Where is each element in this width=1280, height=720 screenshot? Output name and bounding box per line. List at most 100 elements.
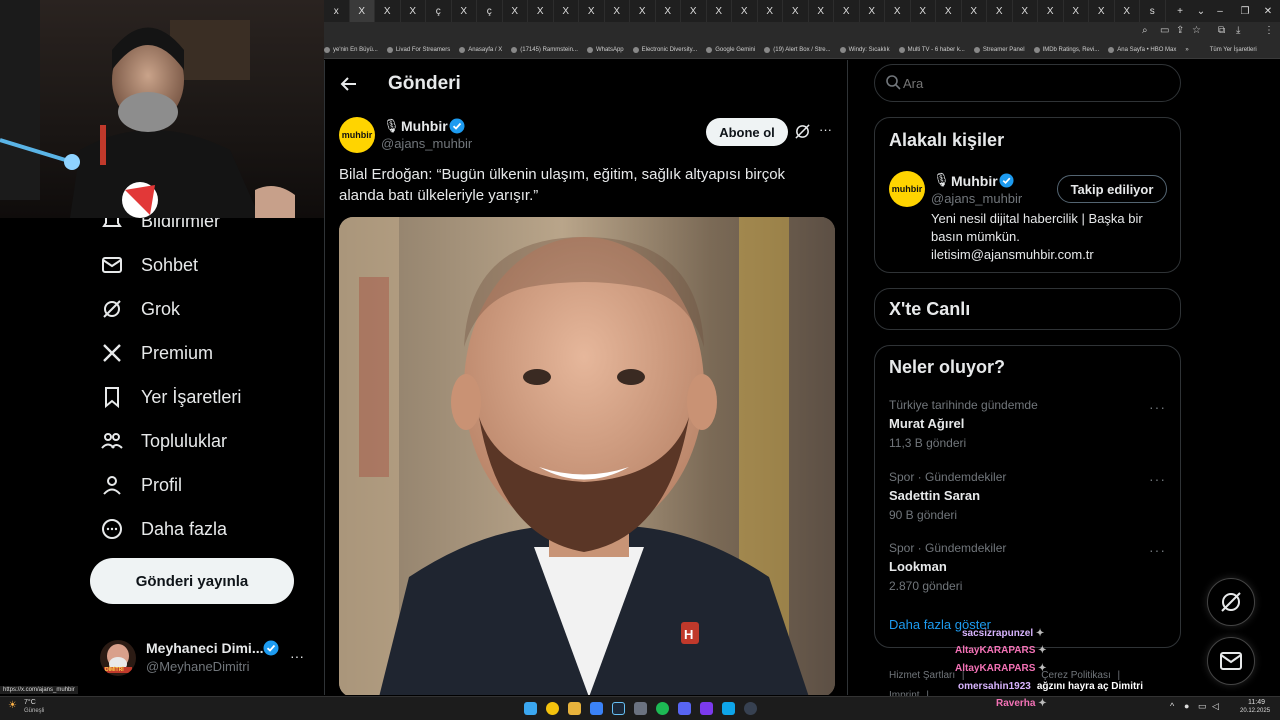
browser-tab[interactable]: X xyxy=(707,0,732,22)
account-switcher[interactable]: DİMİTRİ Meyhaneci Dimi... @MeyhaneDimitr… xyxy=(100,636,315,680)
extensions-icon[interactable]: ⧉ xyxy=(1218,25,1225,36)
back-arrow-icon[interactable] xyxy=(339,74,359,99)
bookmarks-overflow-icon[interactable]: » xyxy=(1185,47,1188,53)
post-author-avatar[interactable]: muhbir xyxy=(339,117,375,153)
bookmark-item[interactable]: IMDb Ratings, Revi... xyxy=(1033,47,1099,53)
zoom-icon[interactable]: ⌕ xyxy=(1142,25,1148,36)
browser-tab[interactable]: X xyxy=(860,0,885,22)
post-more-icon[interactable]: ··· xyxy=(819,122,832,137)
browser-tab[interactable]: X xyxy=(809,0,834,22)
nav-item-daha-fazla[interactable]: Daha fazla xyxy=(100,514,227,544)
footer-link[interactable]: Hizmet Şartları xyxy=(889,670,955,681)
footer-link[interactable]: Çerez Politikası xyxy=(1041,670,1110,681)
bookmark-item[interactable]: Livad For Streamers xyxy=(386,47,450,53)
app-icon[interactable] xyxy=(634,702,647,715)
bookmark-item[interactable]: Electronic Diversity... xyxy=(632,47,697,53)
browser-tab[interactable]: x xyxy=(324,0,350,22)
nav-item-premium[interactable]: Premium xyxy=(100,338,213,368)
browser-tab[interactable]: X xyxy=(987,0,1013,22)
bookmark-item[interactable]: Google Gemini xyxy=(706,47,755,53)
trend-more-icon[interactable]: ··· xyxy=(1149,471,1166,487)
messages-float-button[interactable] xyxy=(1207,637,1255,685)
cast-icon[interactable]: ▭ xyxy=(1160,25,1169,36)
following-button[interactable]: Takip ediliyor xyxy=(1057,175,1167,203)
app-icon[interactable] xyxy=(590,702,603,715)
tray-chevron-icon[interactable]: ^ xyxy=(1170,701,1174,711)
browser-tab[interactable]: X xyxy=(375,0,401,22)
nav-item-profil[interactable]: Profil xyxy=(100,470,182,500)
windows-start-icon[interactable] xyxy=(524,702,537,715)
browser-tab[interactable]: X xyxy=(630,0,656,22)
browser-tab[interactable]: X xyxy=(401,0,426,22)
bookmark-item[interactable]: (19) Alert Box / Stre... xyxy=(764,47,831,53)
browser-tab[interactable]: X xyxy=(656,0,681,22)
bookmark-item[interactable]: (17145) Rammstein... xyxy=(511,47,578,53)
browser-tab[interactable]: X xyxy=(554,0,579,22)
search-input[interactable] xyxy=(903,73,1163,93)
bookmark-item[interactable]: Windy: Sıcaklık xyxy=(839,47,890,53)
bookmark-item[interactable]: Streamer Panel xyxy=(973,47,1025,53)
trend-item[interactable]: Spor · Gündemdekiler Lookman 2.870 gönde… xyxy=(889,541,1169,601)
account-more-icon[interactable]: ··· xyxy=(290,648,304,664)
browser-tab[interactable]: ç xyxy=(426,0,452,22)
nav-item-topluluklar[interactable]: Topluluklar xyxy=(100,426,227,456)
close-icon[interactable]: ✕ xyxy=(1253,0,1280,22)
browser-tab[interactable]: X xyxy=(1064,0,1089,22)
network-icon[interactable]: ▭ xyxy=(1198,701,1207,712)
clock-time[interactable]: 11:49 xyxy=(1248,699,1265,706)
share-icon[interactable]: ⇪ xyxy=(1176,25,1184,36)
nav-item-yer-i-aretleri[interactable]: Yer İşaretleri xyxy=(100,382,241,412)
spotify-icon[interactable] xyxy=(656,702,669,715)
steam-icon[interactable] xyxy=(612,702,625,715)
browser-tab[interactable]: X xyxy=(885,0,911,22)
browser-tab[interactable]: X xyxy=(962,0,987,22)
browser-tab[interactable]: X xyxy=(605,0,630,22)
trend-item[interactable]: Spor · Gündemdekiler Sadettin Saran 90 B… xyxy=(889,470,1169,530)
related-avatar[interactable]: muhbir xyxy=(889,171,925,207)
bookmark-item[interactable]: WhatsApp xyxy=(586,47,624,53)
nav-item-sohbet[interactable]: Sohbet xyxy=(100,250,198,280)
browser-tab[interactable]: X xyxy=(1089,0,1115,22)
browser-tab[interactable]: X xyxy=(1115,0,1140,22)
grok-icon[interactable] xyxy=(794,123,811,145)
download-icon[interactable]: ⤓ xyxy=(1236,25,1240,36)
clock-date[interactable]: 20.12.2025 xyxy=(1240,708,1270,714)
browser-tab[interactable]: X xyxy=(503,0,528,22)
trend-item[interactable]: Türkiye tarihinde gündemde Murat Ağırel … xyxy=(889,398,1169,458)
browser-tab[interactable]: X xyxy=(936,0,962,22)
subscribe-button[interactable]: Abone ol xyxy=(706,118,788,146)
trend-more-icon[interactable]: ··· xyxy=(1149,542,1166,558)
bookmark-item[interactable]: ye'nin En Büyü... xyxy=(324,47,378,53)
browser-tab[interactable]: X xyxy=(783,0,809,22)
search-box[interactable] xyxy=(874,64,1181,102)
bookmark-item[interactable]: Ana Sayfa • HBO Max xyxy=(1108,47,1176,53)
browser-tab[interactable]: X xyxy=(732,0,758,22)
bookmark-item[interactable]: Anasayfa / X xyxy=(459,47,502,53)
mic-tray-icon[interactable]: ● xyxy=(1184,701,1189,711)
browser-tab[interactable]: X xyxy=(758,0,783,22)
app-icon[interactable] xyxy=(700,702,713,715)
browser-tab[interactable]: X xyxy=(528,0,554,22)
address-bar[interactable]: ⌕ ▭ ⇪ ☆ ⧉ ⤓ ⋮ xyxy=(324,22,1280,42)
bookmark-item[interactable]: Multi TV - 6 haber k... xyxy=(898,47,965,53)
grok-float-button[interactable] xyxy=(1207,578,1255,626)
browser-tab[interactable]: X xyxy=(681,0,707,22)
menu-icon[interactable]: ⋮ xyxy=(1264,25,1274,36)
post-image[interactable]: H xyxy=(339,217,835,695)
explorer-icon[interactable] xyxy=(568,702,581,715)
browser-tab[interactable]: X xyxy=(911,0,936,22)
volume-icon[interactable]: ◁ xyxy=(1212,701,1219,712)
post-author-handle[interactable]: @ajans_muhbir xyxy=(381,136,472,151)
app-icon[interactable] xyxy=(722,702,735,715)
browser-tab[interactable]: X xyxy=(1013,0,1038,22)
trend-more-icon[interactable]: ··· xyxy=(1149,399,1166,415)
all-bookmarks-link[interactable]: Tüm Yer İşaretleri xyxy=(1210,47,1257,53)
browser-tab[interactable]: X xyxy=(452,0,477,22)
nav-item-grok[interactable]: Grok xyxy=(100,294,180,324)
post-button[interactable]: Gönderi yayınla xyxy=(90,558,294,604)
browser-tab[interactable]: X xyxy=(834,0,860,22)
obs-icon[interactable] xyxy=(744,702,757,715)
star-icon[interactable]: ☆ xyxy=(1192,25,1201,36)
related-name[interactable]: Muhbir xyxy=(951,173,998,189)
live-card[interactable]: X'te Canlı xyxy=(874,288,1181,330)
